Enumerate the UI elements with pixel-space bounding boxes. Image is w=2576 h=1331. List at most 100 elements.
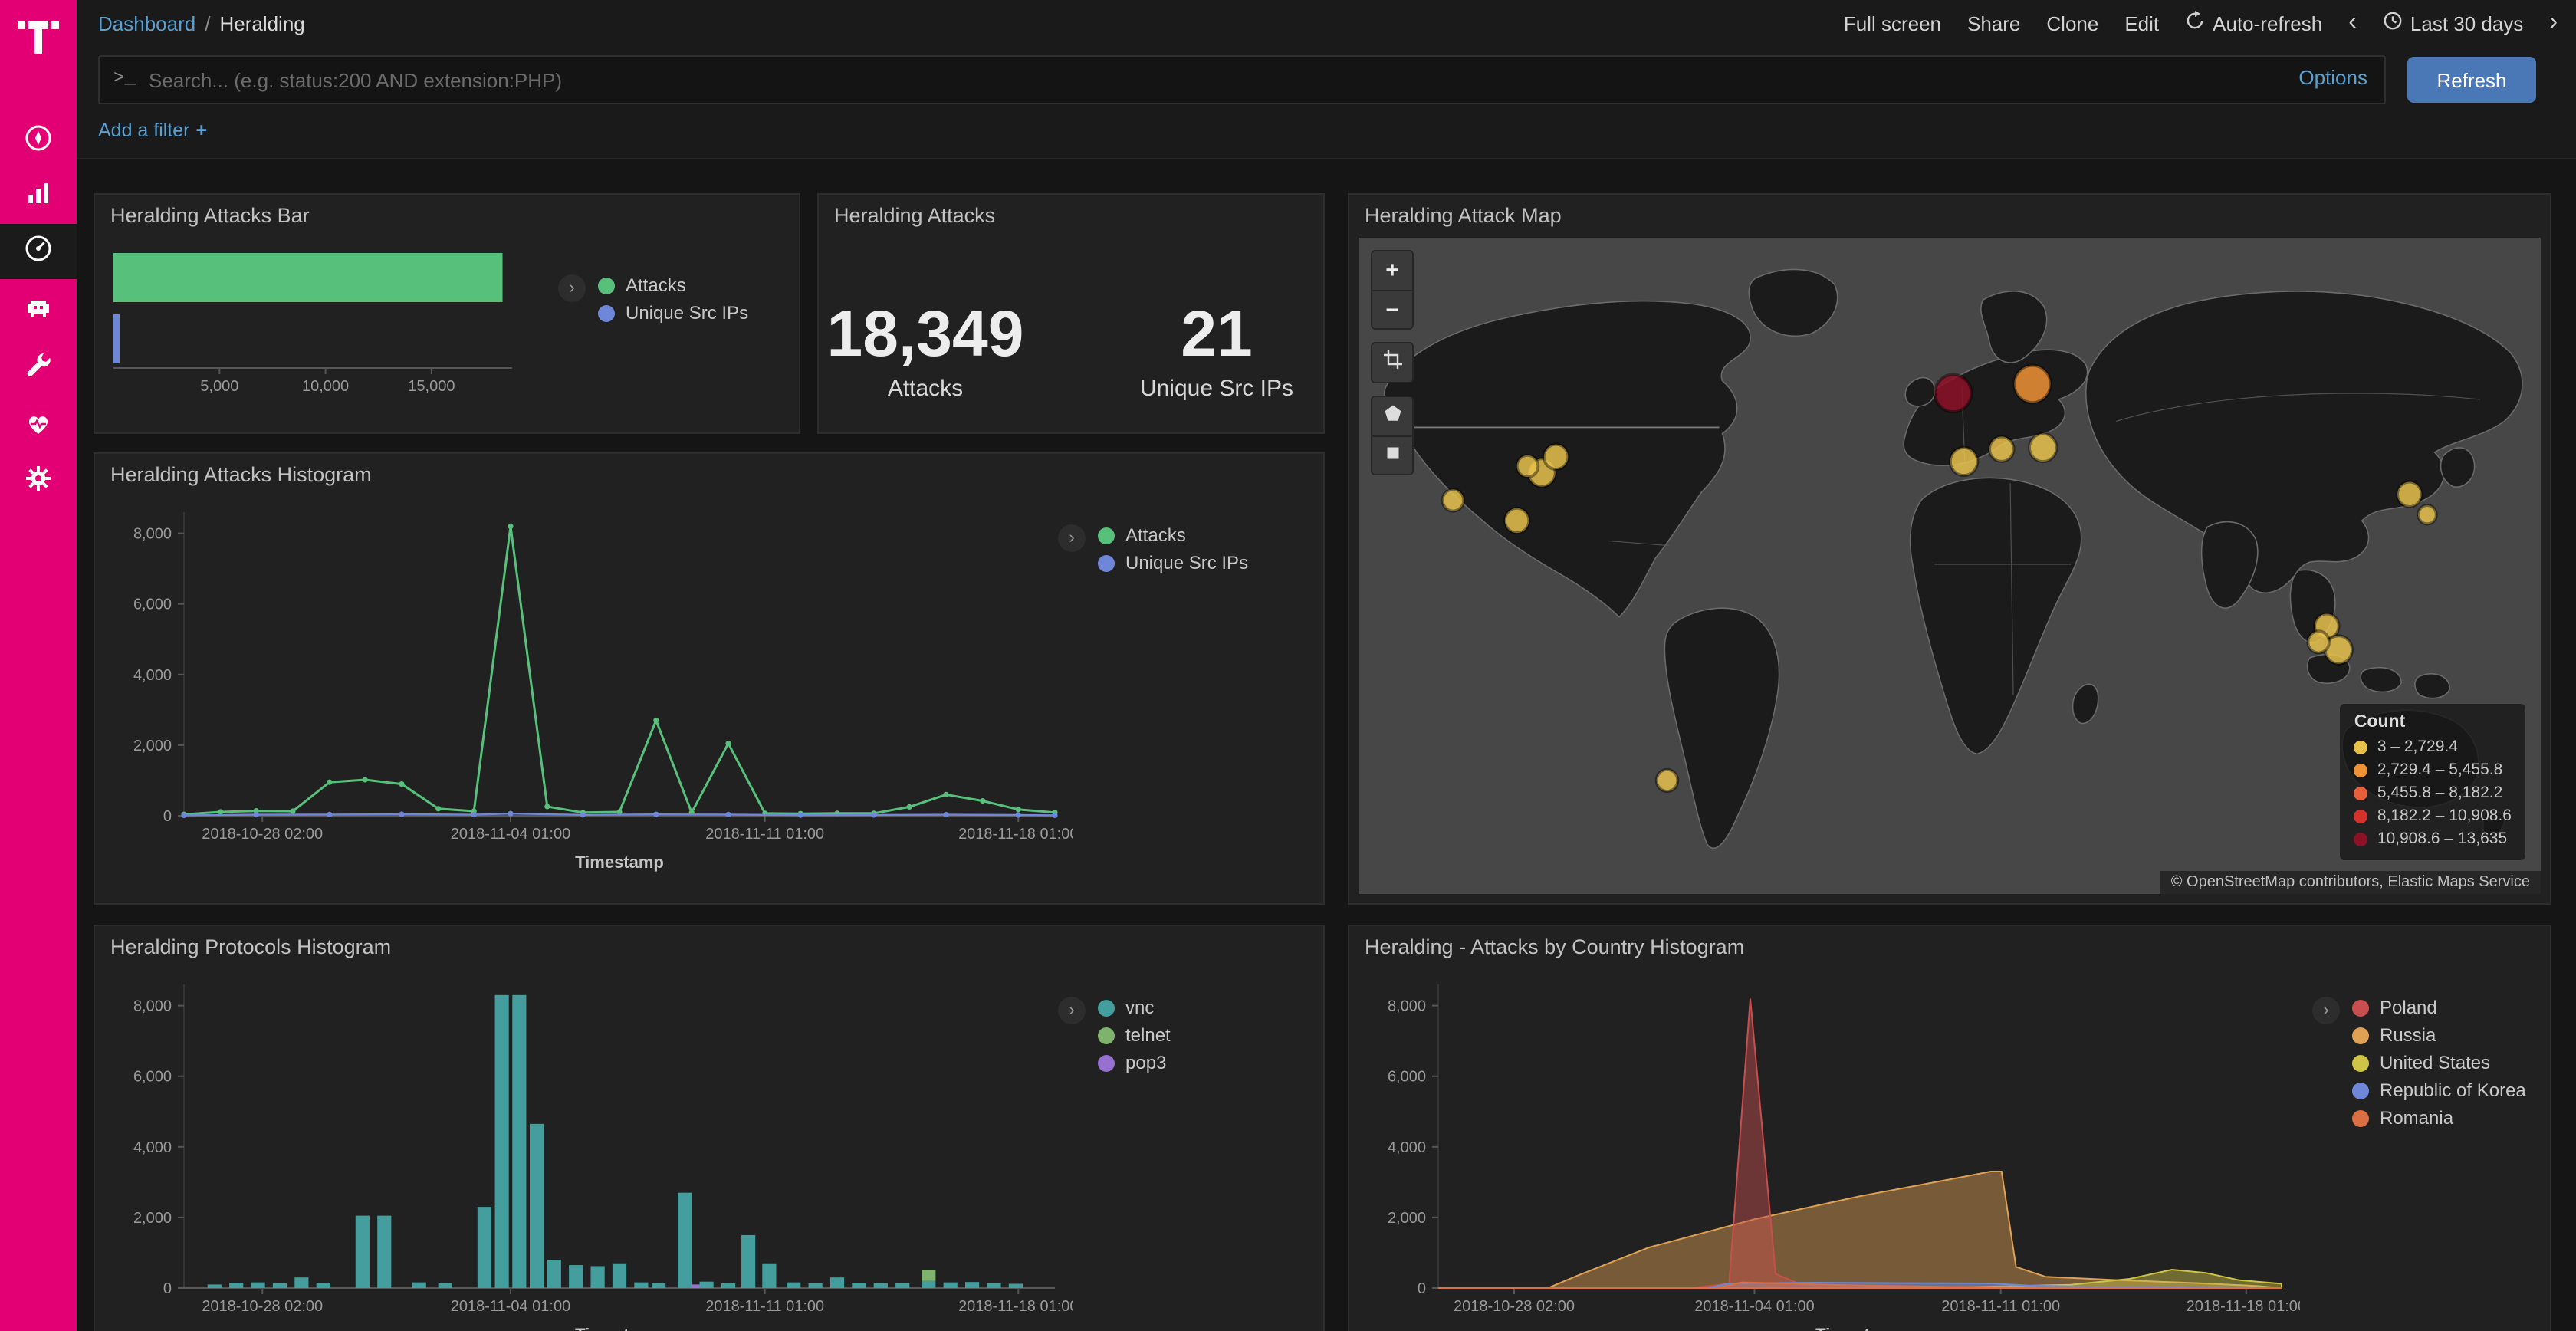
- sidebar-item-discover[interactable]: [0, 113, 77, 169]
- share-button[interactable]: Share: [1967, 12, 2020, 35]
- telekom-logo[interactable]: [17, 11, 60, 57]
- svg-text:4,000: 4,000: [133, 1139, 172, 1156]
- breadcrumb-current: Heralding: [219, 12, 304, 35]
- breadcrumb-dashboard-link[interactable]: Dashboard: [98, 12, 196, 35]
- svg-text:Timestamp: Timestamp: [575, 853, 664, 872]
- zoom-in-button[interactable]: +: [1372, 251, 1412, 290]
- legend-item-pop3[interactable]: pop3: [1098, 1052, 1171, 1073]
- svg-text:2018-11-18 01:00: 2018-11-18 01:00: [958, 1298, 1073, 1315]
- metric-value: 21: [1117, 302, 1316, 366]
- invader-icon: [23, 291, 54, 329]
- polygon-select-button[interactable]: [1372, 397, 1412, 435]
- time-forward-chevron[interactable]: ›: [2549, 11, 2558, 35]
- map-count-legend: Count 3 – 2,729.4 2,729.4 – 5,455.8 5,45…: [2341, 704, 2525, 860]
- add-filter-link[interactable]: Add a filter+: [98, 120, 207, 141]
- svg-text:2018-11-18 01:00: 2018-11-18 01:00: [958, 826, 1073, 843]
- map-attribution[interactable]: © OpenStreetMap contributors, Elastic Ma…: [2160, 871, 2541, 894]
- fit-bounds-button[interactable]: [1372, 343, 1412, 382]
- legend-item-romania[interactable]: Romania: [2352, 1107, 2526, 1129]
- svg-text:2018-11-04 01:00: 2018-11-04 01:00: [451, 826, 570, 843]
- sidebar-item-devtools[interactable]: [0, 340, 77, 396]
- pentagon-icon: [1381, 402, 1404, 431]
- panel-title: Heralding Attacks Bar: [110, 204, 310, 227]
- crop-icon: [1381, 348, 1404, 377]
- legend-dot: [1098, 1054, 1115, 1071]
- refresh-button[interactable]: Refresh: [2407, 57, 2536, 103]
- legend-dot: [2352, 1082, 2369, 1099]
- legend-label: Attacks: [1125, 524, 1186, 546]
- time-back-chevron[interactable]: ‹: [2348, 11, 2357, 35]
- legend-item-telnet[interactable]: telnet: [1098, 1024, 1171, 1046]
- legend-label: telnet: [1125, 1024, 1171, 1046]
- legend-item-attacks[interactable]: Attacks: [598, 274, 748, 296]
- legend-label: 8,182.2 – 10,908.6: [2377, 805, 2512, 828]
- panel-title: Heralding - Attacks by Country Histogram: [1365, 935, 1744, 958]
- app-sidebar: [0, 0, 77, 1331]
- legend-collapse-toggle[interactable]: ›: [2312, 997, 2340, 1024]
- legend-label: vnc: [1125, 997, 1154, 1018]
- plus-icon: +: [196, 120, 208, 141]
- search-input[interactable]: [98, 55, 2386, 104]
- sidebar-item-tpot[interactable]: [0, 282, 77, 337]
- panel-title: Heralding Protocols Histogram: [110, 935, 391, 958]
- legend-dot: [2352, 1109, 2369, 1126]
- panel-country-histogram: Heralding - Attacks by Country Histogram…: [1348, 925, 2551, 1331]
- svg-text:2018-11-04 01:00: 2018-11-04 01:00: [1694, 1298, 1814, 1315]
- legend-collapse-toggle[interactable]: ›: [1058, 997, 1086, 1024]
- legend-item-republic-of-korea[interactable]: Republic of Korea: [2352, 1080, 2526, 1101]
- legend-item-attacks[interactable]: Attacks: [1098, 524, 1248, 546]
- legend-label: Unique Src IPs: [626, 302, 748, 324]
- legend-dot: [1098, 527, 1115, 544]
- legend-item-united-states[interactable]: United States: [2352, 1052, 2526, 1073]
- legend-dot: [2354, 810, 2368, 823]
- heartbeat-icon: [23, 407, 54, 445]
- svg-text:2018-10-28 02:00: 2018-10-28 02:00: [202, 1298, 323, 1315]
- svg-text:4,000: 4,000: [133, 667, 172, 684]
- filter-bar: Add a filter+: [77, 110, 2576, 150]
- clock-icon: [2383, 11, 2403, 35]
- bar-chart-icon: [23, 177, 54, 215]
- legend-label: pop3: [1125, 1052, 1166, 1073]
- legend-dot: [1098, 1027, 1115, 1043]
- auto-refresh-label: Auto-refresh: [2213, 12, 2322, 35]
- svg-text:2,000: 2,000: [133, 1210, 172, 1227]
- sidebar-item-management[interactable]: [0, 454, 77, 509]
- panel-attacks-metric: Heralding Attacks 18,349 Attacks 21 Uniq…: [817, 193, 1325, 434]
- query-options-link[interactable]: Options: [2298, 66, 2367, 89]
- sidebar-item-visualize[interactable]: [0, 169, 77, 224]
- clone-button[interactable]: Clone: [2046, 12, 2098, 35]
- sidebar-item-dashboard[interactable]: [0, 224, 77, 279]
- legend-item-russia[interactable]: Russia: [2352, 1024, 2526, 1046]
- query-bar: >_ Options Refresh: [77, 46, 2576, 110]
- legend-item-unique-src-ips[interactable]: Unique Src IPs: [1098, 552, 1248, 573]
- legend-dot: [2354, 787, 2368, 800]
- legend-dot: [1098, 999, 1115, 1016]
- legend-item-vnc[interactable]: vnc: [1098, 997, 1171, 1018]
- breadcrumb-separator: /: [205, 12, 210, 35]
- sidebar-item-monitoring[interactable]: [0, 399, 77, 454]
- panel-title: Heralding Attack Map: [1365, 204, 1562, 227]
- edit-button[interactable]: Edit: [2124, 12, 2159, 35]
- world-map[interactable]: + −: [1359, 238, 2541, 894]
- legend-item-unique-src-ips[interactable]: Unique Src IPs: [598, 302, 748, 324]
- time-range-picker[interactable]: Last 30 days: [2383, 11, 2523, 35]
- legend-label: 2,729.4 – 5,455.8: [2377, 759, 2503, 782]
- svg-text:8,000: 8,000: [1388, 998, 1426, 1015]
- svg-text:2,000: 2,000: [1388, 1210, 1426, 1227]
- legend-label: Russia: [2380, 1024, 2436, 1046]
- svg-text:15,000: 15,000: [408, 378, 455, 395]
- svg-text:5,000: 5,000: [200, 378, 238, 395]
- legend-collapse-toggle[interactable]: ›: [1058, 524, 1086, 552]
- svg-text:2018-11-11 01:00: 2018-11-11 01:00: [705, 1298, 824, 1315]
- attacks-histogram-chart: 02,0004,0006,0008,0002018-10-28 02:00201…: [107, 497, 1073, 891]
- gear-icon: [23, 462, 54, 501]
- auto-refresh-button[interactable]: Auto-refresh: [2185, 11, 2322, 35]
- full-screen-button[interactable]: Full screen: [1844, 12, 1941, 35]
- zoom-out-button[interactable]: −: [1372, 290, 1412, 328]
- legend-collapse-toggle[interactable]: ›: [558, 274, 586, 302]
- panel-protocols-histogram: Heralding Protocols Histogram 02,0004,00…: [94, 925, 1325, 1331]
- svg-text:8,000: 8,000: [133, 998, 172, 1015]
- gauge-dashboard-icon: [23, 232, 54, 271]
- rectangle-select-button[interactable]: [1372, 435, 1412, 474]
- legend-item-poland[interactable]: Poland: [2352, 997, 2526, 1018]
